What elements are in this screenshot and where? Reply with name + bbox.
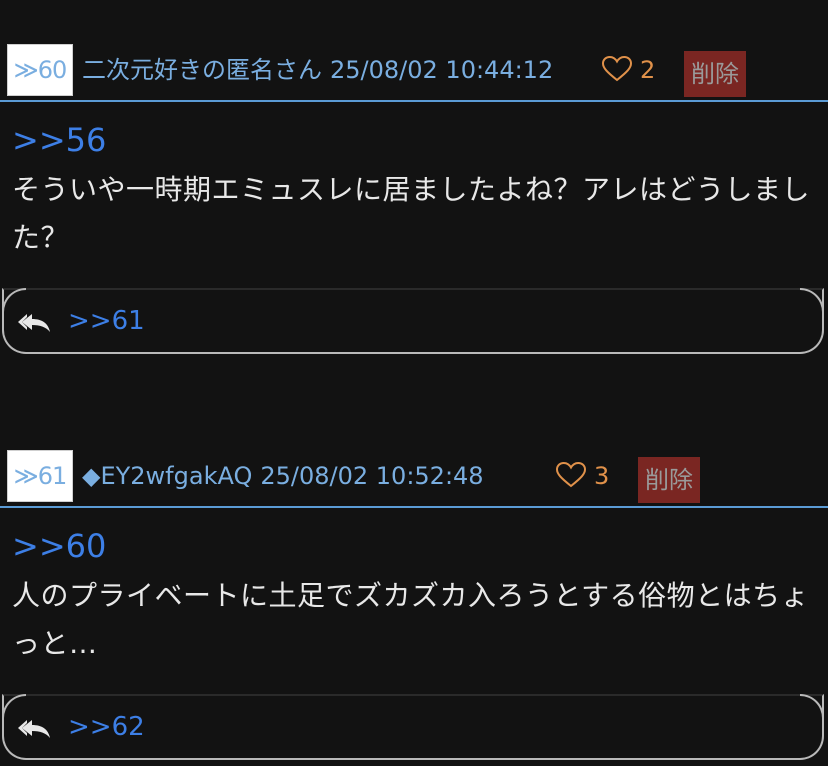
footer-corner [2, 694, 26, 718]
post-footer: >>62 [2, 694, 824, 760]
like-button[interactable]: 3 [555, 458, 610, 494]
post-number-button[interactable]: ≫61 [7, 450, 73, 502]
footer-corner [800, 288, 824, 312]
heart-outline-icon [555, 461, 587, 488]
post-date: 25/08/02 10:52:48 [260, 462, 484, 490]
post-body: 人のプライベートに土足でズカズカ入ろうとする俗物とはちょっと… [12, 579, 810, 660]
footer-corner [2, 288, 26, 312]
like-button[interactable]: 2 [601, 52, 656, 88]
reply-anchor-link[interactable]: >>56 [12, 120, 106, 160]
heart-outline-icon [601, 55, 633, 82]
next-reply-link[interactable]: >>61 [68, 304, 145, 338]
like-count: 3 [594, 462, 610, 490]
post-body: そういや一時期エミュスレに居ましたよね？アレはどうしました？ [12, 173, 811, 254]
post-header: ≫61 ◆EY2wfgakAQ 25/08/02 10:52:48 3 削除 [0, 448, 828, 508]
reply-all-icon[interactable] [18, 716, 52, 740]
reply-all-icon[interactable] [18, 310, 52, 334]
post-date: 25/08/02 10:44:12 [330, 56, 554, 84]
footer-corner [800, 694, 824, 718]
post-footer: >>61 [2, 288, 824, 354]
reply-anchor-link[interactable]: >>60 [12, 526, 106, 566]
delete-button[interactable]: 削除 [638, 457, 700, 503]
next-reply-link[interactable]: >>62 [68, 710, 145, 744]
delete-button[interactable]: 削除 [684, 51, 746, 97]
post-meta: 二次元好きの匿名さん 25/08/02 10:44:12 [82, 52, 553, 88]
author-trip[interactable]: ◆EY2wfgakAQ [82, 462, 252, 490]
author-name[interactable]: 二次元好きの匿名さん [82, 56, 322, 84]
post-header: ≫60 二次元好きの匿名さん 25/08/02 10:44:12 2 削除 [0, 42, 828, 102]
post-number-button[interactable]: ≫60 [7, 44, 73, 96]
like-count: 2 [640, 56, 656, 84]
post-meta: ◆EY2wfgakAQ 25/08/02 10:52:48 [82, 458, 484, 494]
